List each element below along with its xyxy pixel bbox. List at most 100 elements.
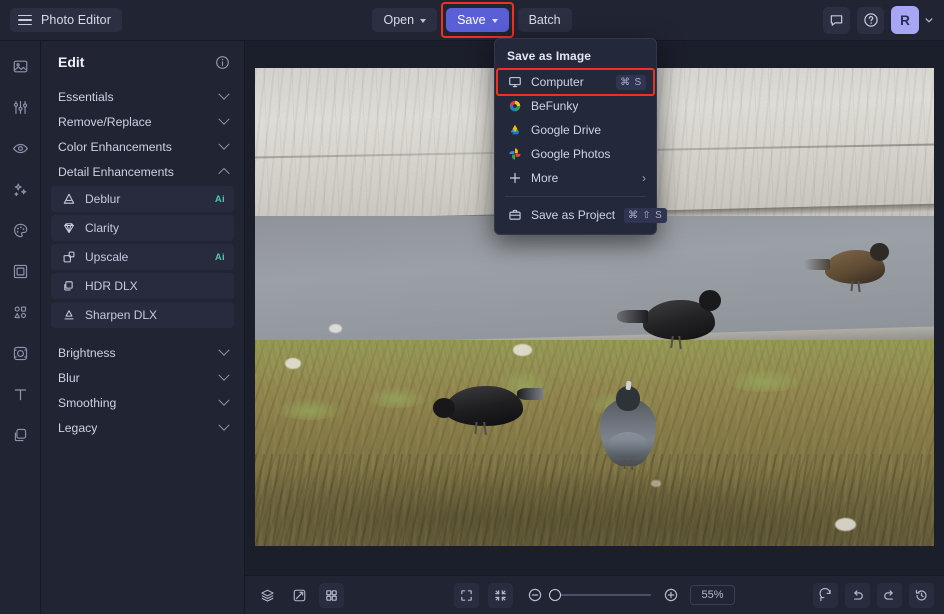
- group-blur[interactable]: Blur: [46, 365, 239, 390]
- save-menu-item-label: Computer: [531, 75, 607, 89]
- rail-item-frames[interactable]: [7, 258, 33, 284]
- zoom-out-icon: [527, 587, 543, 603]
- group-label: Brightness: [58, 346, 220, 360]
- chevron-down-icon: [218, 419, 229, 430]
- chevron-down-icon: [218, 113, 229, 124]
- app-title: Photo Editor: [41, 13, 111, 27]
- group-smoothing[interactable]: Smoothing: [46, 390, 239, 415]
- bottom-toolbar: 55%: [245, 575, 944, 614]
- tool-upscale[interactable]: Upscale Ai: [51, 244, 234, 270]
- photo-bird: [825, 250, 885, 284]
- fit-content-icon: [493, 588, 508, 603]
- rail-item-layers[interactable]: [7, 422, 33, 448]
- group-color-enhancements[interactable]: Color Enhancements: [46, 134, 239, 159]
- shapes-icon: [12, 304, 29, 321]
- tool-deblur[interactable]: Deblur Ai: [51, 186, 234, 212]
- reset-button[interactable]: [813, 583, 838, 608]
- grid-button[interactable]: [319, 583, 344, 608]
- shortcut-badge: ⌘ S: [616, 75, 646, 90]
- rail-item-adjust[interactable]: [7, 94, 33, 120]
- deblur-icon: [61, 192, 76, 207]
- reset-rotate-icon: [818, 588, 833, 603]
- rail-item-overlays[interactable]: [7, 340, 33, 366]
- briefcase-icon: [507, 208, 522, 223]
- zoom-slider-handle[interactable]: [549, 589, 561, 601]
- edit-panel-groups: Essentials Remove/Replace Color Enhancem…: [41, 81, 244, 440]
- zoom-in-button[interactable]: [658, 583, 683, 608]
- image-icon: [12, 58, 29, 75]
- gem-icon: [61, 221, 76, 236]
- group-legacy[interactable]: Legacy: [46, 415, 239, 440]
- photo-grass: [255, 340, 934, 546]
- group-detail-enhancements[interactable]: Detail Enhancements: [46, 159, 239, 184]
- fit-screen-icon: [459, 588, 474, 603]
- tool-rail: [0, 41, 41, 614]
- tool-label: Deblur: [85, 192, 206, 206]
- layers-button[interactable]: [255, 583, 280, 608]
- batch-button[interactable]: Batch: [518, 8, 572, 33]
- history-button[interactable]: [909, 583, 934, 608]
- bottom-toolbar-right: [813, 583, 934, 608]
- save-menu-item-more[interactable]: More ›: [495, 166, 656, 190]
- info-icon[interactable]: [215, 55, 230, 70]
- group-remove-replace[interactable]: Remove/Replace: [46, 109, 239, 134]
- google-photos-icon: [507, 147, 522, 162]
- redo-button[interactable]: [877, 583, 902, 608]
- redo-icon: [882, 588, 897, 603]
- rail-item-artsy[interactable]: [7, 217, 33, 243]
- undo-button[interactable]: [845, 583, 870, 608]
- save-menu-item-label: Google Drive: [531, 123, 646, 137]
- zoom-in-icon: [663, 587, 679, 603]
- save-button-label: Save: [457, 14, 486, 27]
- save-button[interactable]: Save: [446, 8, 509, 33]
- save-menu-item-befunky[interactable]: BeFunky: [495, 94, 656, 118]
- zoom-out-button[interactable]: [522, 583, 547, 608]
- rail-item-image[interactable]: [7, 53, 33, 79]
- top-toolbar-right: R: [823, 6, 934, 34]
- avatar[interactable]: R: [891, 6, 919, 34]
- tool-hdr-dlx[interactable]: HDR DLX: [51, 273, 234, 299]
- save-menu-item-google-drive[interactable]: Google Drive: [495, 118, 656, 142]
- sharpen-icon: [61, 308, 76, 323]
- save-button-wrapper: Save: [446, 8, 509, 33]
- account-menu-chevron-icon[interactable]: [924, 15, 934, 25]
- rail-item-effects[interactable]: [7, 176, 33, 202]
- open-button[interactable]: Open: [372, 8, 437, 33]
- fit-screen-button[interactable]: [454, 583, 479, 608]
- tool-sharpen-dlx[interactable]: Sharpen DLX: [51, 302, 234, 328]
- rail-item-retouch[interactable]: [7, 135, 33, 161]
- zoom-level-value[interactable]: 55%: [690, 585, 735, 605]
- tool-label: Clarity: [85, 221, 216, 235]
- photo-weed: [725, 368, 805, 392]
- chevron-up-icon: [218, 167, 229, 178]
- plus-icon: [507, 171, 522, 186]
- layers-stack-icon: [260, 588, 275, 603]
- save-as-project-item[interactable]: Save as Project ⌘ ⇧ S: [495, 203, 656, 227]
- tool-clarity[interactable]: Clarity: [51, 215, 234, 241]
- app-menu-button[interactable]: Photo Editor: [10, 8, 122, 32]
- compare-button[interactable]: [287, 583, 312, 608]
- help-button[interactable]: [857, 7, 884, 34]
- top-toolbar-center: Open Save Batch: [0, 8, 944, 33]
- tool-label: HDR DLX: [85, 279, 216, 293]
- zoom-slider-track[interactable]: [554, 594, 651, 596]
- photo-debris: [285, 358, 301, 369]
- save-menu-item-google-photos[interactable]: Google Photos: [495, 142, 656, 166]
- group-brightness[interactable]: Brightness: [46, 340, 239, 365]
- edit-panel-header: Edit: [41, 41, 244, 81]
- group-label: Blur: [58, 371, 220, 385]
- menu-divider: [505, 196, 646, 197]
- save-menu-item-computer[interactable]: Computer ⌘ S: [495, 70, 656, 94]
- remaining-groups: Brightness Blur Smoothing Legacy: [41, 340, 244, 440]
- palette-icon: [12, 222, 29, 239]
- chevron-down-icon: [218, 344, 229, 355]
- rail-item-graphics[interactable]: [7, 299, 33, 325]
- rail-item-text[interactable]: [7, 381, 33, 407]
- fit-content-button[interactable]: [488, 583, 513, 608]
- befunky-logo-icon: [507, 99, 522, 114]
- chevron-down-icon: [420, 19, 426, 23]
- photo-weed: [365, 386, 429, 408]
- group-essentials[interactable]: Essentials: [46, 84, 239, 109]
- eye-icon: [12, 140, 29, 157]
- feedback-button[interactable]: [823, 7, 850, 34]
